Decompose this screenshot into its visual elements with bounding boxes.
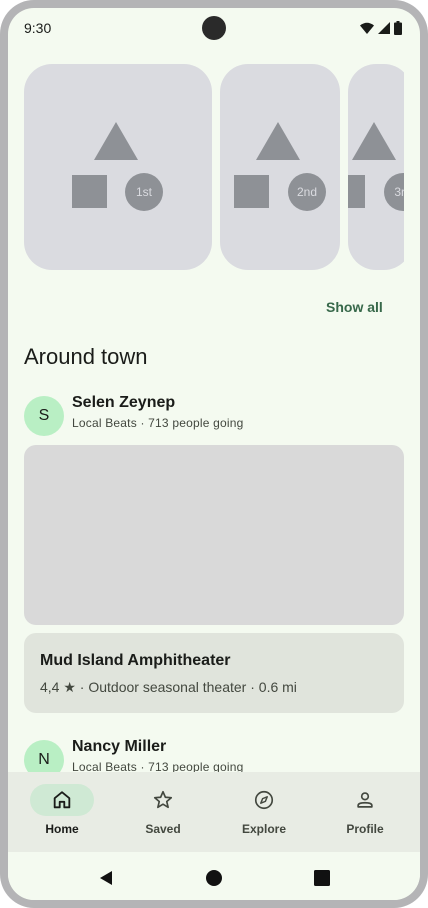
carousel-item-label: 1st: [136, 185, 153, 199]
person-icon: [357, 792, 373, 808]
nav-item-profile[interactable]: Profile: [315, 784, 415, 844]
place-info: 4,4 ★ · Outdoor seasonal theater · 0.6 m…: [40, 679, 297, 695]
screen: 9:30 1st 2nd 3rd Show all Around town S …: [8, 8, 420, 900]
carousel-item-label: 3rd: [394, 185, 404, 199]
battery-icon: [394, 21, 402, 35]
image-placeholder-icon: 2nd: [234, 122, 326, 211]
post-media[interactable]: [24, 445, 404, 625]
nav-item-explore[interactable]: Explore: [214, 784, 314, 844]
carousel-item-label: 2nd: [297, 185, 317, 199]
system-navigation-bar: [8, 852, 420, 900]
recents-icon[interactable]: [312, 868, 332, 888]
carousel-item[interactable]: 3rd: [348, 64, 404, 270]
image-placeholder-icon: 1st: [72, 122, 163, 211]
image-placeholder-icon: 3rd: [348, 122, 404, 211]
avatar[interactable]: S: [24, 396, 64, 436]
nav-item-saved[interactable]: Saved: [113, 784, 213, 844]
bottom-navigation: Home Saved Explore Profile: [8, 772, 420, 852]
carousel[interactable]: 1st 2nd 3rd: [24, 64, 404, 270]
section-title: Around town: [24, 344, 148, 369]
post-header[interactable]: S Selen Zeynep Local Beats · 713 people …: [24, 394, 404, 438]
nav-label: Profile: [346, 822, 384, 836]
nav-label: Explore: [241, 822, 286, 836]
front-camera: [202, 16, 226, 40]
wifi-icon: [360, 22, 374, 34]
carousel-item[interactable]: 1st: [24, 64, 212, 270]
nav-item-home[interactable]: Home: [12, 784, 112, 844]
home-icon: [53, 791, 71, 809]
nav-label: Home: [45, 822, 79, 836]
status-bar: 9:30: [8, 8, 420, 48]
place-card[interactable]: Mud Island Amphitheater 4,4 ★ · Outdoor …: [24, 633, 404, 713]
star-icon: [153, 790, 173, 809]
post-meta: Local Beats · 713 people going: [72, 416, 244, 430]
show-all-button[interactable]: Show all: [326, 296, 406, 318]
device-frame: 9:30 1st 2nd 3rd Show all Around town S …: [0, 0, 428, 908]
back-icon[interactable]: [96, 868, 116, 888]
compass-icon: [254, 790, 274, 810]
home-circle-icon[interactable]: [204, 868, 224, 888]
nav-label: Saved: [145, 822, 181, 836]
carousel-item[interactable]: 2nd: [220, 64, 340, 270]
status-icons: [360, 21, 402, 35]
author-name: Nancy Miller: [72, 738, 167, 755]
nav-active-indicator: [30, 784, 94, 816]
author-name: Selen Zeynep: [72, 394, 176, 411]
status-time: 9:30: [24, 20, 52, 36]
signal-icon: [378, 22, 390, 34]
place-name: Mud Island Amphitheater: [40, 652, 231, 669]
